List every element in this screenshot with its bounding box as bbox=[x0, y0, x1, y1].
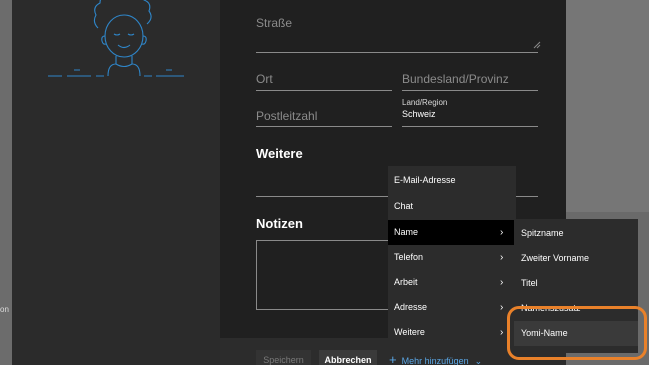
contact-sidebar bbox=[12, 0, 220, 365]
resize-grip-icon[interactable] bbox=[532, 40, 541, 49]
chevron-right-icon: › bbox=[500, 252, 504, 263]
section-notes-heading: Notizen bbox=[256, 216, 303, 231]
cancel-button[interactable]: Abbrechen bbox=[319, 350, 377, 365]
menu-item-chat[interactable]: Chat bbox=[388, 194, 516, 219]
street-input[interactable] bbox=[256, 52, 538, 53]
menu-item-name[interactable]: Name › bbox=[388, 220, 516, 245]
street-field-label: Straße bbox=[256, 16, 293, 30]
add-more-button[interactable]: + Mehr hinzufügen ⌄ bbox=[389, 350, 482, 365]
avatar-illustration bbox=[48, 0, 184, 77]
menu-item-other[interactable]: Weitere › bbox=[388, 320, 516, 345]
menu-item-phone[interactable]: Telefon › bbox=[388, 245, 516, 270]
submenu-item-nickname[interactable]: Spitzname bbox=[514, 221, 638, 246]
menu-item-label: Adresse bbox=[394, 302, 428, 312]
save-button[interactable]: Speichern bbox=[256, 350, 311, 365]
menu-item-label: Name bbox=[394, 227, 419, 237]
postal-code-field-label: Postleitzahl bbox=[256, 109, 318, 123]
add-more-label: Mehr hinzufügen bbox=[401, 356, 469, 365]
submenu-item-title[interactable]: Titel bbox=[514, 271, 638, 296]
city-input[interactable] bbox=[256, 90, 392, 91]
section-more-heading: Weitere bbox=[256, 146, 303, 161]
plus-icon: + bbox=[389, 352, 397, 365]
country-select-value[interactable]: Schweiz bbox=[402, 109, 436, 119]
chevron-down-icon: ⌄ bbox=[474, 356, 483, 365]
state-input[interactable] bbox=[402, 90, 538, 91]
chevron-right-icon: › bbox=[500, 302, 504, 313]
menu-item-address[interactable]: Adresse › bbox=[388, 295, 516, 320]
submenu-item-middle-name[interactable]: Zweiter Vorname bbox=[514, 246, 638, 271]
add-field-menu: E-Mail-Adresse Chat Name › Telefon › Arb… bbox=[388, 166, 516, 346]
state-field-label: Bundesland/Provinz bbox=[402, 72, 509, 86]
chevron-right-icon: › bbox=[500, 227, 504, 238]
country-field-label: Land/Region bbox=[402, 98, 448, 107]
menu-item-label: E-Mail-Adresse bbox=[394, 175, 456, 185]
menu-item-label: Telefon bbox=[394, 252, 424, 262]
chevron-right-icon: › bbox=[500, 327, 504, 338]
menu-item-work[interactable]: Arbeit › bbox=[388, 270, 516, 295]
annotation-highlight bbox=[507, 306, 647, 360]
menu-item-label: Chat bbox=[394, 201, 414, 211]
chevron-right-icon: › bbox=[500, 277, 504, 288]
postal-code-input[interactable] bbox=[256, 126, 392, 127]
city-field-label: Ort bbox=[256, 72, 273, 86]
menu-item-label: Arbeit bbox=[394, 277, 418, 287]
menu-item-email[interactable]: E-Mail-Adresse bbox=[388, 168, 516, 193]
menu-item-label: Weitere bbox=[394, 327, 425, 337]
background-edge-text: on bbox=[0, 305, 9, 314]
country-select[interactable] bbox=[402, 126, 538, 127]
